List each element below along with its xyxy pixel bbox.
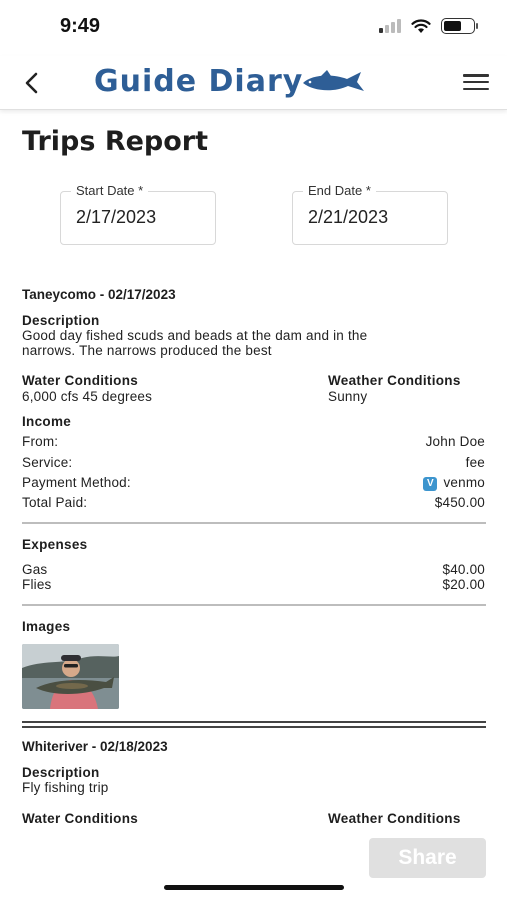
trip-separator (22, 726, 486, 728)
status-icons (379, 18, 478, 34)
water-conditions-label: Water Conditions (22, 373, 139, 388)
nav-header: Guide Diary (0, 56, 507, 110)
status-bar: 9:49 (0, 0, 507, 56)
images-label: Images (22, 619, 71, 634)
app-logo: Guide Diary (94, 64, 367, 99)
expense-amount: $20.00 (442, 577, 485, 592)
home-indicator[interactable] (164, 885, 344, 890)
end-date-value: 2/21/2023 (308, 207, 389, 227)
water-conditions-label: Water Conditions (22, 811, 139, 826)
description-line: Fly fishing trip (22, 780, 109, 795)
description-line: narrows. The narrows produced the best (22, 343, 272, 358)
fish-icon (303, 69, 365, 91)
trip-separator (22, 721, 486, 723)
end-date-field[interactable]: End Date * 2/21/2023 (292, 183, 448, 245)
hamburger-menu-icon[interactable] (463, 71, 489, 93)
back-button[interactable] (16, 68, 46, 98)
service-value: fee (465, 455, 485, 470)
expenses-label: Expenses (22, 537, 88, 552)
page-title: Trips Report (22, 126, 209, 157)
income-label: Income (22, 414, 72, 429)
total-paid-value: $450.00 (434, 495, 485, 510)
divider (22, 522, 486, 524)
divider (22, 604, 486, 606)
wifi-icon (411, 18, 431, 33)
description-label: Description (22, 313, 100, 328)
from-value: John Doe (425, 434, 485, 449)
payment-method-value: Vvenmo (423, 475, 485, 491)
weather-conditions-label: Weather Conditions (328, 373, 461, 388)
venmo-icon: V (423, 477, 438, 491)
service-label: Service: (22, 455, 73, 470)
water-conditions-value: 6,000 cfs 45 degrees (22, 389, 153, 404)
trip-title: Whiteriver - 02/18/2023 (22, 739, 168, 754)
trip-title: Taneycomo - 02/17/2023 (22, 287, 176, 302)
start-date-label: Start Date * (71, 183, 149, 198)
total-paid-label: Total Paid: (22, 495, 88, 510)
payment-method-label: Payment Method: (22, 475, 131, 490)
start-date-field[interactable]: Start Date * 2/17/2023 (60, 183, 216, 245)
trip-photo[interactable] (22, 644, 119, 709)
start-date-value: 2/17/2023 (76, 207, 157, 227)
logo-text: Guide Diary (94, 64, 304, 99)
chevron-left-icon (25, 72, 38, 94)
share-button[interactable]: Share (369, 838, 486, 878)
battery-icon (441, 18, 478, 34)
expense-amount: $40.00 (442, 562, 485, 577)
cellular-signal-icon (379, 19, 401, 33)
description-label: Description (22, 765, 100, 780)
status-time: 9:49 (60, 15, 101, 37)
payment-method-text: venmo (443, 475, 485, 490)
trip-photo-image (22, 644, 119, 709)
weather-conditions-label: Weather Conditions (328, 811, 461, 826)
expense-name: Flies (22, 577, 52, 592)
description-line: Good day fished scuds and beads at the d… (22, 328, 368, 343)
from-label: From: (22, 434, 59, 449)
weather-conditions-value: Sunny (328, 389, 368, 404)
expense-name: Gas (22, 562, 48, 577)
end-date-label: End Date * (303, 183, 376, 198)
